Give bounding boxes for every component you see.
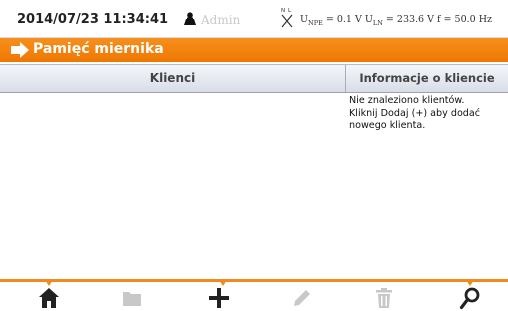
svg-text:N: N xyxy=(281,8,285,14)
title-bar: Pamięć miernika xyxy=(0,38,508,62)
arrow-icon xyxy=(11,42,29,58)
plug-icon: N L xyxy=(281,8,293,28)
measurements: UNPE = 0.1 V ULN = 233.6 V f = 50.0 Hz xyxy=(300,14,492,27)
edit-icon xyxy=(294,290,310,306)
search-icon[interactable] xyxy=(458,286,482,310)
info-line: Kliknij Dodaj (+) aby dodać xyxy=(349,107,481,119)
info-line: Nie znaleziono klientów. xyxy=(349,95,465,106)
svg-text:L: L xyxy=(288,8,292,14)
toolbar xyxy=(0,283,508,311)
status-bar: 2014/07/23 11:34:41 Admin N L UNPE = 0.1… xyxy=(0,0,508,38)
client-info-message: Nie znaleziono klientów. Kliknij Dodaj (… xyxy=(349,95,507,133)
datetime: 2014/07/23 11:34:41 xyxy=(17,12,169,27)
delete-icon xyxy=(376,288,392,308)
home-icon[interactable] xyxy=(37,286,61,310)
page-title: Pamięć miernika xyxy=(33,41,164,57)
table-header: Klienci Informacje o kliencie xyxy=(0,64,508,93)
toolbar-divider xyxy=(0,279,508,282)
column-header-clients[interactable]: Klienci xyxy=(0,65,346,92)
column-header-client-info: Informacje o kliencie xyxy=(359,71,495,85)
folder-icon xyxy=(123,292,141,306)
user-icon xyxy=(184,12,196,25)
info-line: nowego klienta. xyxy=(349,120,426,131)
add-icon[interactable] xyxy=(207,286,231,310)
user-name: Admin xyxy=(201,13,241,27)
